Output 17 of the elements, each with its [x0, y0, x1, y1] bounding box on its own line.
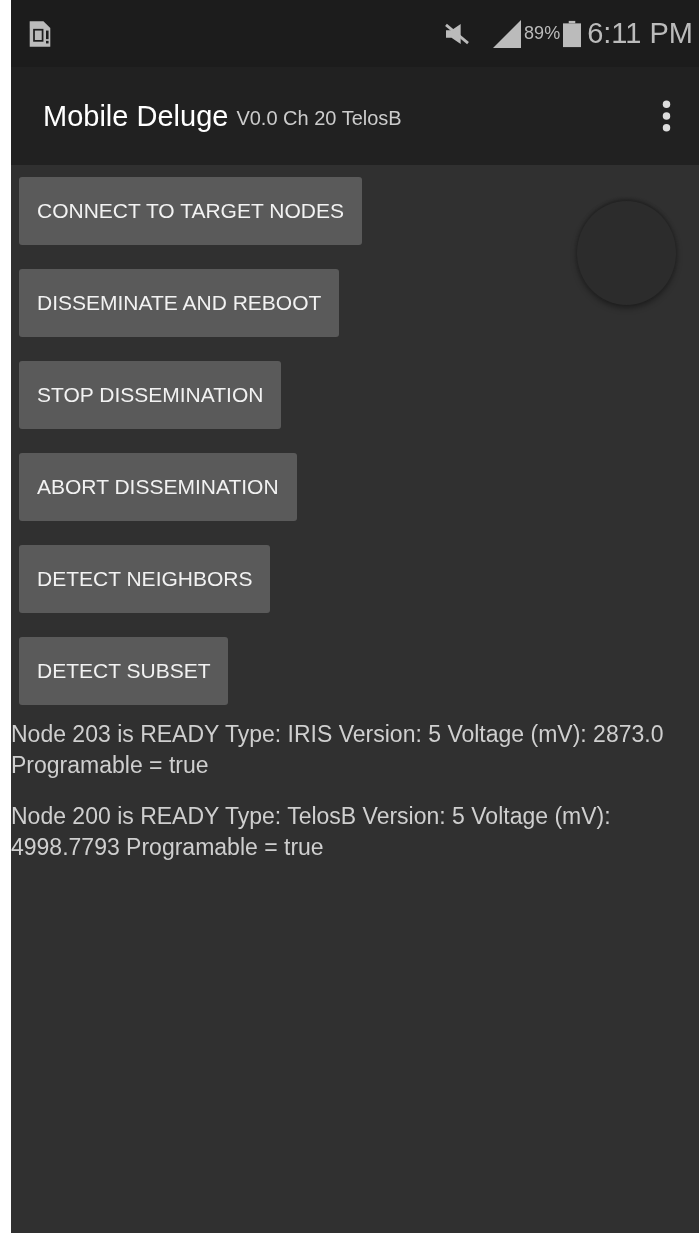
- action-button[interactable]: CONNECT TO TARGET NODES: [19, 177, 362, 245]
- action-button[interactable]: ABORT DISSEMINATION: [19, 453, 297, 521]
- signal-icon: [493, 18, 522, 49]
- overflow-menu-icon[interactable]: [662, 100, 671, 132]
- clock: 6:11 PM: [587, 17, 693, 50]
- app-title: Mobile Deluge: [43, 99, 229, 133]
- action-button[interactable]: DISSEMINATE AND REBOOT: [19, 269, 340, 337]
- sim-card-icon: [28, 18, 52, 49]
- battery-percent: 89%: [524, 23, 561, 44]
- action-button[interactable]: DETECT SUBSET: [19, 637, 229, 705]
- battery-icon: [563, 19, 582, 48]
- app-subtitle: V0.0 Ch 20 TelosB: [236, 106, 402, 130]
- mute-icon: [443, 22, 472, 45]
- action-button[interactable]: STOP DISSEMINATION: [19, 361, 282, 429]
- node-status-text: Node 203 is READY Type: IRIS Version: 5 Voltage (mV): 2873.0 Programable = true: [11, 720, 665, 780]
- action-button[interactable]: DETECT NEIGHBORS: [19, 545, 271, 613]
- node-status-text: Node 200 is READY Type: TelosB Version: 5 Voltage (mV): 4998.7793 Programable = true: [11, 802, 612, 862]
